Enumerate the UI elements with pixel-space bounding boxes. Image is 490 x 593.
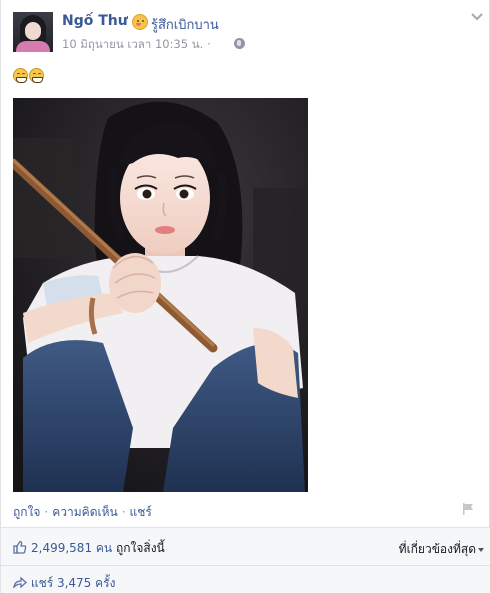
feeling-text[interactable]: รู้สึกเบิกบาน <box>151 14 219 35</box>
shares-count-link[interactable]: แชร์ 3,475 ครั้ง <box>31 576 116 590</box>
ufi-panel: 2,499,581 คน ถูกใจสิ่งนี้ ที่เกี่ยวข้องท… <box>1 527 490 593</box>
share-link[interactable]: แชร์ <box>130 505 152 519</box>
grinning-face-icon <box>13 68 28 83</box>
status-text <box>13 68 45 84</box>
like-link[interactable]: ถูกใจ <box>13 505 40 519</box>
sort-label: ที่เกี่ยวข้องที่สุด <box>398 542 476 556</box>
author-name-link[interactable]: Ngố Thư <box>62 13 128 29</box>
grinning-face-icon <box>29 68 44 83</box>
caret-down-icon <box>478 547 484 552</box>
shares-summary[interactable]: แชร์ 3,475 ครั้ง <box>13 574 115 593</box>
post-meta: 10 มิถุนายน เวลา 10:35 น. · <box>62 36 211 54</box>
like-thumb-icon <box>13 540 27 554</box>
share-arrow-icon <box>13 576 27 588</box>
ufi-divider <box>1 565 490 566</box>
chevron-down-icon[interactable] <box>470 12 484 22</box>
flag-icon[interactable] <box>461 502 475 516</box>
comment-sort-dropdown[interactable]: ที่เกี่ยวข้องที่สุด <box>399 540 484 559</box>
likes-text: ถูกใจสิ่งนี้ <box>115 541 165 555</box>
timestamp-link[interactable]: 10 มิถุนายน เวลา 10:35 น. <box>62 37 203 51</box>
globe-icon[interactable] <box>234 38 245 49</box>
likes-count-link[interactable]: 2,499,581 คน <box>31 541 112 555</box>
comment-link[interactable]: ความคิดเห็น <box>52 505 117 519</box>
author-avatar[interactable] <box>13 12 53 52</box>
likes-summary: 2,499,581 คน ถูกใจสิ่งนี้ <box>13 539 165 558</box>
action-separator: · <box>121 505 126 519</box>
meta-separator: · <box>206 37 211 51</box>
action-separator: · <box>44 505 49 519</box>
smiling-face-icon <box>132 14 148 30</box>
post-actions: ถูกใจ · ความคิดเห็น · แชร์ <box>13 503 152 522</box>
post-photo[interactable] <box>13 98 308 492</box>
feed-post: Ngố Thư รู้สึกเบิกบาน 10 มิถุนายน เวลา 1… <box>0 0 490 593</box>
